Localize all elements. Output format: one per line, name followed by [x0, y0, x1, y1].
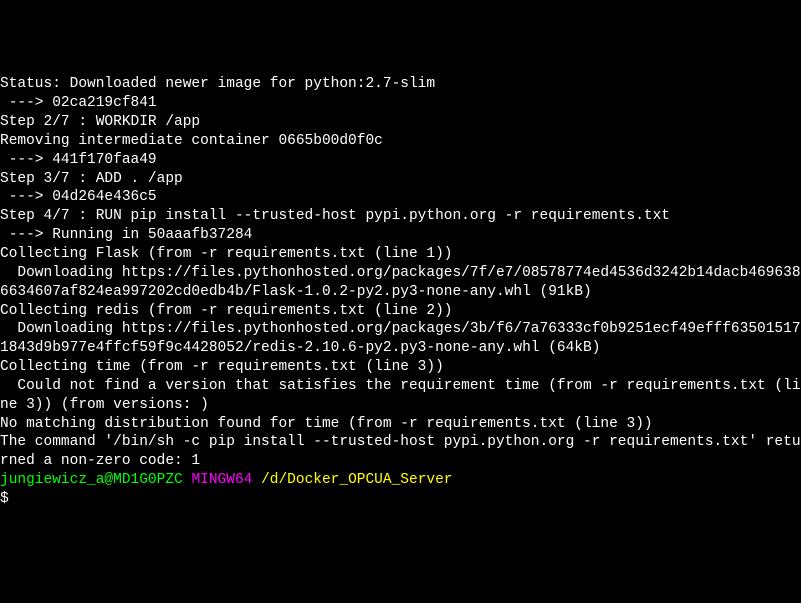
output-line: ---> 04d264e436c5	[0, 188, 801, 207]
prompt-dollar[interactable]: $	[0, 490, 801, 509]
output-line: Step 4/7 : RUN pip install --trusted-hos…	[0, 207, 801, 226]
output-line: Downloading https://files.pythonhosted.o…	[0, 264, 801, 302]
output-line: Removing intermediate container 0665b00d…	[0, 132, 801, 151]
prompt-mingw: MINGW64	[191, 472, 252, 488]
output-line: No matching distribution found for time …	[0, 415, 801, 434]
output-line: ---> 02ca219cf841	[0, 94, 801, 113]
terminal-output[interactable]: Status: Downloaded newer image for pytho…	[0, 75, 801, 508]
output-line: Collecting Flask (from -r requirements.t…	[0, 245, 801, 264]
prompt-space	[252, 472, 261, 488]
output-line: Step 3/7 : ADD . /app	[0, 170, 801, 189]
output-line: Downloading https://files.pythonhosted.o…	[0, 320, 801, 358]
output-line: ---> 441f170faa49	[0, 151, 801, 170]
output-line: Could not find a version that satisfies …	[0, 377, 801, 415]
output-line: The command '/bin/sh -c pip install --tr…	[0, 433, 801, 471]
output-line: Collecting time (from -r requirements.tx…	[0, 358, 801, 377]
prompt-line: jungiewicz_a@MD1G0PZC MINGW64 /d/Docker_…	[0, 471, 801, 490]
output-line: ---> Running in 50aaafb37284	[0, 226, 801, 245]
output-line: Status: Downloaded newer image for pytho…	[0, 75, 801, 94]
prompt-user: jungiewicz_a@MD1G0PZC	[0, 472, 183, 488]
output-line: Step 2/7 : WORKDIR /app	[0, 113, 801, 132]
prompt-path: /d/Docker_OPCUA_Server	[261, 472, 452, 488]
output-line: Collecting redis (from -r requirements.t…	[0, 302, 801, 321]
